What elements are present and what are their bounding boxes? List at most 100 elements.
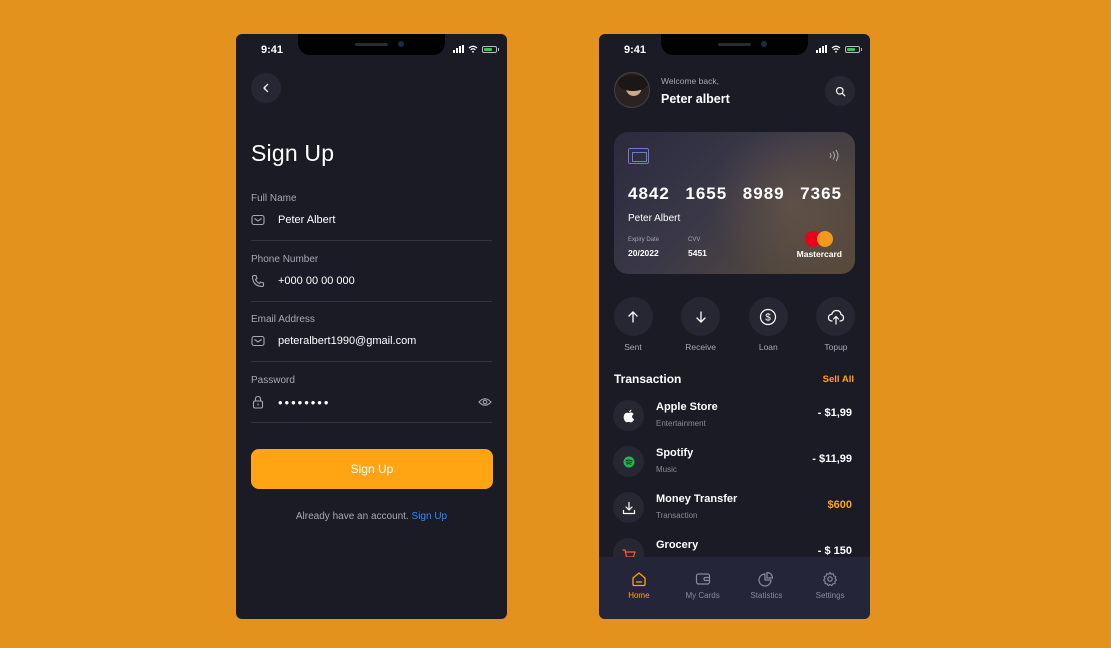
- transaction-amount: $600: [827, 499, 852, 511]
- wifi-icon: [468, 45, 478, 53]
- mail-icon: [251, 334, 265, 348]
- avatar[interactable]: [614, 72, 650, 108]
- transaction-row[interactable]: Spotify Music - $11,99: [613, 443, 855, 489]
- card-network: Mastercard: [796, 249, 842, 259]
- signup-button[interactable]: Sign Up: [251, 449, 493, 489]
- chevron-left-icon: [263, 83, 269, 93]
- apple-icon: [623, 409, 634, 422]
- phone-icon: [251, 274, 265, 288]
- full-name-input[interactable]: Peter Albert: [278, 214, 335, 226]
- svg-text:$: $: [766, 312, 772, 323]
- field-label: Phone Number: [251, 254, 319, 265]
- mail-icon: [251, 213, 265, 227]
- chip-icon: [628, 148, 649, 164]
- notch: [661, 34, 808, 55]
- gear-icon: [823, 571, 838, 587]
- card-holder: Peter Albert: [628, 213, 681, 224]
- transaction-category: Transaction: [656, 511, 698, 520]
- mastercard-logo: [805, 231, 833, 247]
- back-button[interactable]: [251, 73, 281, 103]
- home-screen: 9:41 Welcome back, Peter albert 4842 165…: [599, 34, 870, 619]
- action-label: Loan: [758, 342, 778, 352]
- arrow-down-icon: [696, 310, 706, 323]
- transaction-row[interactable]: Apple Store Entertainment - $1,99: [613, 397, 855, 443]
- email-field[interactable]: Email Address peteralbert1990@gmail.com: [251, 314, 492, 362]
- tab-settings[interactable]: Settings: [805, 557, 855, 619]
- welcome-text: Welcome back,: [661, 76, 719, 86]
- spotify-icon: [623, 456, 634, 467]
- page-title: Sign Up: [251, 140, 335, 166]
- search-button[interactable]: [825, 76, 855, 106]
- see-all-link[interactable]: Sell All: [823, 374, 854, 385]
- contactless-icon: [829, 149, 839, 162]
- transaction-name: Spotify: [656, 447, 694, 459]
- action-receive[interactable]: Receive: [681, 297, 721, 352]
- signal-icon: [453, 45, 464, 53]
- transaction-row[interactable]: Money Transfer Transaction $600: [613, 489, 855, 535]
- transaction-category: Music: [656, 465, 677, 474]
- battery-icon: [845, 45, 862, 53]
- tab-statistics[interactable]: Statistics: [741, 557, 791, 619]
- status-icons: [816, 45, 862, 53]
- expiry-label: Expiry Date: [628, 237, 660, 243]
- email-input[interactable]: peteralbert1990@gmail.com: [278, 335, 416, 347]
- account-prompt: Already have an account.: [295, 511, 409, 522]
- signup-link[interactable]: Sign Up: [412, 511, 448, 522]
- action-label: Receive: [685, 342, 717, 352]
- field-label: Email Address: [251, 314, 315, 325]
- signup-screen: 9:41 Sign Up Full Name Peter Albert Phon…: [236, 34, 507, 619]
- pie-chart-icon: [758, 571, 774, 587]
- phone-input[interactable]: +000 00 00 000: [278, 275, 355, 287]
- status-time: 9:41: [261, 44, 284, 56]
- password-input[interactable]: ••••••••: [278, 395, 330, 410]
- download-icon: [622, 501, 635, 514]
- tab-label: Home: [628, 591, 650, 600]
- action-loan[interactable]: $ Loan: [748, 297, 788, 352]
- full-name-field[interactable]: Full Name Peter Albert: [251, 193, 492, 241]
- upload-cloud-icon: [827, 309, 845, 325]
- password-field[interactable]: Password ••••••••: [251, 375, 492, 423]
- field-label: Password: [251, 375, 295, 386]
- transaction-amount: - $11,99: [812, 453, 852, 465]
- search-icon: [835, 86, 845, 96]
- lock-icon: [251, 395, 265, 409]
- account-prompt-line: Already have an account. Sign Up: [236, 511, 507, 522]
- transaction-name: Grocery: [656, 539, 699, 551]
- quick-actions: Sent Receive $ Loan Topup: [613, 297, 856, 352]
- user-name: Peter albert: [661, 92, 730, 106]
- tab-home[interactable]: Home: [614, 557, 664, 619]
- card-number-group: 8989: [742, 184, 785, 203]
- battery-icon: [482, 45, 499, 53]
- card-number-group: 1655: [685, 184, 728, 203]
- tab-bar: Home My Cards Statistics Settings: [599, 557, 870, 619]
- field-label: Full Name: [251, 193, 297, 204]
- tab-label: Settings: [815, 591, 845, 600]
- transaction-amount: - $1,99: [817, 407, 852, 419]
- tab-label: Statistics: [750, 591, 783, 600]
- transactions-title: Transaction: [614, 372, 682, 386]
- credit-card[interactable]: 4842 1655 8989 7365 Peter Albert Expiry …: [614, 132, 855, 274]
- expiry-value: 20/2022: [628, 248, 659, 258]
- eye-icon[interactable]: [478, 394, 492, 412]
- action-label: Sent: [624, 342, 642, 352]
- signal-icon: [816, 45, 827, 53]
- card-number-group: 4842: [628, 184, 670, 203]
- phone-field[interactable]: Phone Number +000 00 00 000: [251, 254, 492, 302]
- action-topup[interactable]: Topup: [816, 297, 856, 352]
- cvv-label: CVV: [688, 237, 701, 243]
- status-icons: [453, 45, 499, 53]
- tab-my-cards[interactable]: My Cards: [678, 557, 728, 619]
- arrow-up-icon: [628, 310, 638, 323]
- tab-label: My Cards: [685, 591, 720, 600]
- transaction-category: Entertainment: [656, 419, 706, 428]
- dollar-icon: $: [760, 308, 777, 325]
- card-number-group: 7365: [800, 184, 842, 203]
- transaction-list: Apple Store Entertainment - $1,99 Spotif…: [613, 397, 855, 581]
- notch: [298, 34, 445, 55]
- transaction-amount: - $ 150: [817, 545, 852, 557]
- card-number: 4842 1655 8989 7365: [628, 184, 842, 204]
- transaction-name: Money Transfer: [656, 493, 738, 505]
- transaction-name: Apple Store: [656, 401, 718, 413]
- home-icon: [632, 572, 646, 587]
- action-sent[interactable]: Sent: [613, 297, 653, 352]
